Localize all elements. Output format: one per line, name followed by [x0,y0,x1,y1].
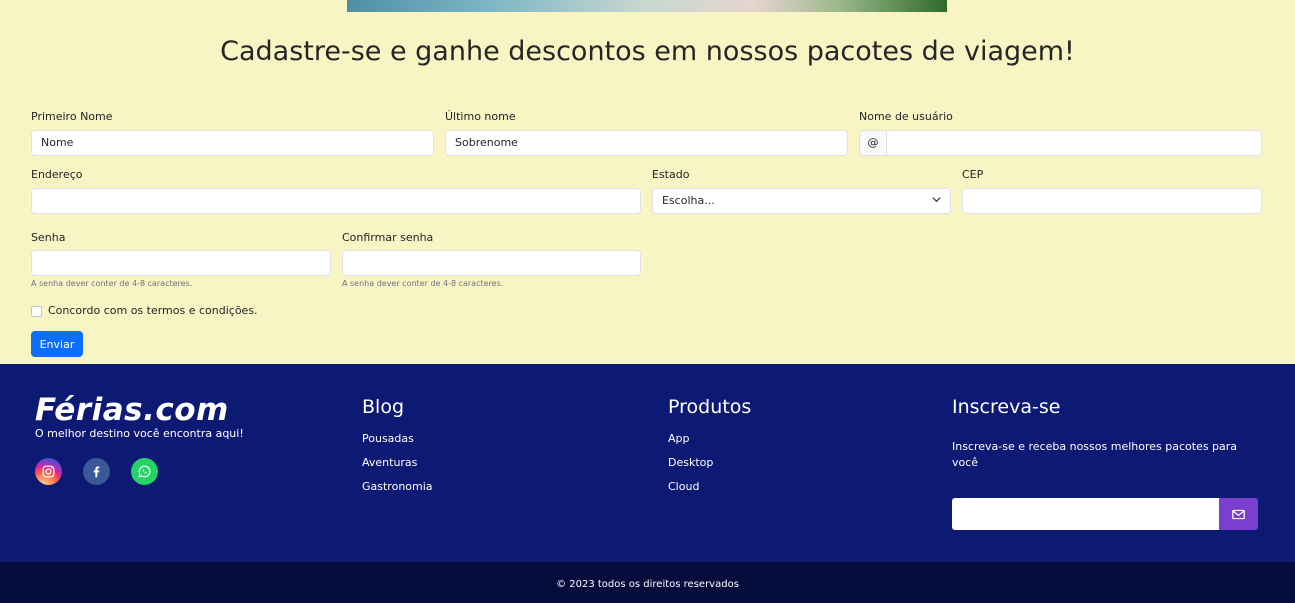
products-link-desktop[interactable]: Desktop [668,456,713,469]
cep-label: CEP [962,168,984,181]
state-select[interactable]: Escolha... [652,188,951,214]
envelope-icon [1232,509,1245,519]
signup-form: Primeiro Nome Nome Último nome Sobrenome… [0,0,1295,364]
blog-heading: Blog [362,396,404,418]
subscribe-text: Inscreva-se e receba nossos melhores pac… [952,440,1238,469]
terms-checkbox[interactable] [31,306,42,317]
confirm-password-input[interactable] [342,250,641,276]
blog-link-gastronomia[interactable]: Gastronomia [362,480,433,493]
cep-input[interactable] [962,188,1262,214]
copyright: © 2023 todos os direitos reservados [0,562,1295,603]
subscribe-email-input[interactable] [952,498,1219,530]
products-link-app[interactable]: App [668,432,690,445]
submit-button[interactable]: Enviar [31,331,83,357]
first-name-input[interactable]: Nome [31,130,434,156]
confirm-password-help: A senha dever conter de 4-8 caracteres. [342,279,504,288]
password-label: Senha [31,231,66,244]
last-name-label: Último nome [445,110,516,123]
products-link-cloud[interactable]: Cloud [668,480,699,493]
brand-tagline: O melhor destino você encontra aqui! [35,427,244,440]
confirm-password-label: Confirmar senha [342,231,434,244]
username-prefix: @ [859,130,887,156]
state-selected-value: Escolha... [662,194,715,207]
whatsapp-icon[interactable] [131,458,158,485]
instagram-icon[interactable] [35,458,62,485]
subscribe-button[interactable] [1219,498,1258,530]
username-input[interactable] [886,130,1262,156]
terms-label[interactable]: Concordo com os termos e condições. [48,304,258,317]
password-help: A senha dever conter de 4-8 caracteres. [31,279,193,288]
address-label: Endereço [31,168,83,181]
facebook-icon[interactable] [83,458,110,485]
site-footer: Férias.com O melhor destino você encontr… [0,364,1295,562]
password-input[interactable] [31,250,331,276]
products-heading: Produtos [668,396,752,418]
chevron-down-icon [932,189,941,213]
state-label: Estado [652,168,690,181]
subscribe-heading: Inscreva-se [952,396,1061,418]
address-input[interactable] [31,188,641,214]
blog-link-pousadas[interactable]: Pousadas [362,432,414,445]
blog-link-aventuras[interactable]: Aventuras [362,456,417,469]
last-name-input[interactable]: Sobrenome [445,130,848,156]
username-label: Nome de usuário [859,110,953,123]
first-name-label: Primeiro Nome [31,110,113,123]
brand-logo[interactable]: Férias.com [35,392,229,428]
